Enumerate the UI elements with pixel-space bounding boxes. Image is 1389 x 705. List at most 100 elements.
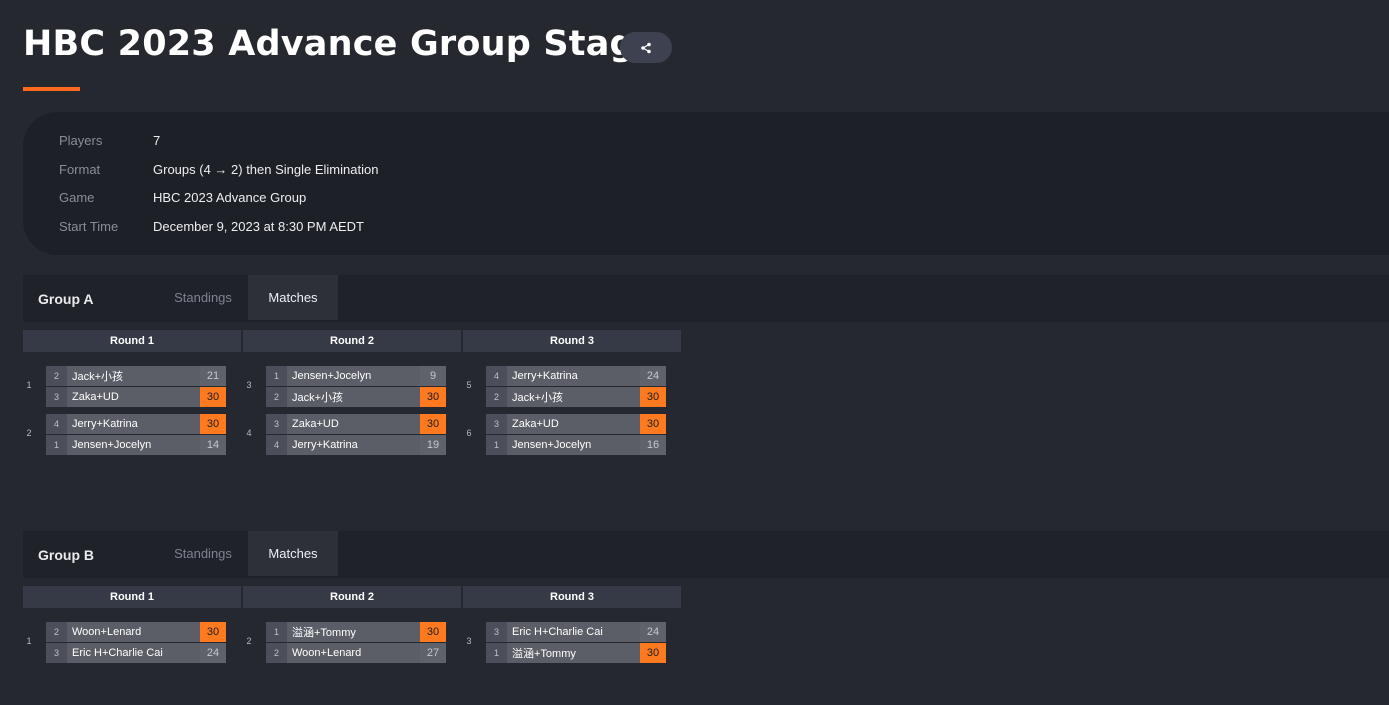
participant-name: Jack+小孩 — [67, 366, 200, 386]
participant-name: Woon+Lenard — [287, 643, 420, 663]
match-slot[interactable]: 3 Eric H+Charlie Cai 24 — [46, 643, 226, 663]
group-a-header: Group A Standings Matches — [23, 275, 1389, 322]
score-winner: 30 — [200, 414, 226, 434]
match-slot[interactable]: 3 Zaka+UD 30 — [46, 387, 226, 407]
match-slot[interactable]: 2 Jack+小孩 21 — [46, 366, 226, 386]
tournament-page: HBC 2023 Advance Group Stage Players 7 F… — [0, 0, 1389, 705]
page-title: HBC 2023 Advance Group Stage — [23, 24, 659, 64]
participant-name: Jensen+Jocelyn — [287, 366, 420, 386]
score: 19 — [420, 435, 446, 455]
score: 9 — [420, 366, 446, 386]
info-value: HBC 2023 Advance Group — [153, 189, 307, 205]
match[interactable]: 4 3 Zaka+UD 30 4 Jerry+Katrina 19 — [246, 414, 463, 456]
match-slot[interactable]: 3 Eric H+Charlie Cai 24 — [486, 622, 666, 642]
score: 24 — [200, 643, 226, 663]
info-label: Start Time — [59, 218, 119, 234]
tab-matches[interactable]: Matches — [248, 275, 338, 320]
match[interactable]: 3 1 Jensen+Jocelyn 9 2 Jack+小孩 30 — [246, 366, 463, 408]
score: 16 — [640, 435, 666, 455]
score-winner: 30 — [640, 643, 666, 663]
info-row-players: Players 7 — [59, 130, 160, 150]
participant-name: Jerry+Katrina — [507, 366, 640, 386]
participant-name: Jerry+Katrina — [67, 414, 200, 434]
match-number: 1 — [26, 636, 32, 646]
match-slot[interactable]: 2 Woon+Lenard 30 — [46, 622, 226, 642]
info-value: December 9, 2023 at 8:30 PM AEDT — [153, 218, 364, 234]
info-label: Players — [59, 132, 103, 148]
seed: 2 — [486, 387, 507, 407]
match-slot[interactable]: 4 Jerry+Katrina 24 — [486, 366, 666, 386]
round-header: Round 3 — [463, 586, 681, 608]
tab-matches[interactable]: Matches — [248, 531, 338, 576]
group-name: Group B — [38, 547, 94, 563]
seed: 2 — [266, 643, 287, 663]
match[interactable]: 1 2 Jack+小孩 21 3 Zaka+UD 30 — [26, 366, 243, 408]
round-header: Round 2 — [243, 330, 461, 352]
match-slot[interactable]: 1 溢涵+Tommy 30 — [486, 643, 666, 663]
tab-standings[interactable]: Standings — [173, 531, 233, 576]
participant-name: Woon+Lenard — [67, 622, 200, 642]
round-header: Round 1 — [23, 586, 241, 608]
match[interactable]: 3 3 Eric H+Charlie Cai 24 1 溢涵+Tommy 30 — [466, 622, 683, 664]
match-number: 3 — [466, 636, 472, 646]
score-winner: 30 — [200, 387, 226, 407]
participant-name: 溢涵+Tommy — [507, 643, 640, 663]
match-slot[interactable]: 2 Woon+Lenard 27 — [266, 643, 446, 663]
round-header: Round 2 — [243, 586, 461, 608]
match-slot[interactable]: 2 Jack+小孩 30 — [486, 387, 666, 407]
match[interactable]: 2 4 Jerry+Katrina 30 1 Jensen+Jocelyn 14 — [26, 414, 243, 456]
seed: 3 — [486, 622, 507, 642]
participant-name: Jensen+Jocelyn — [507, 435, 640, 455]
score: 27 — [420, 643, 446, 663]
participant-name: Eric H+Charlie Cai — [507, 622, 640, 642]
match-slot[interactable]: 1 溢涵+Tommy 30 — [266, 622, 446, 642]
match-slot[interactable]: 4 Jerry+Katrina 19 — [266, 435, 446, 455]
match[interactable]: 6 3 Zaka+UD 30 1 Jensen+Jocelyn 16 — [466, 414, 683, 456]
match-number: 4 — [246, 428, 252, 438]
participant-name: Jerry+Katrina — [287, 435, 420, 455]
info-row-format: Format Groups (4 → 2) then Single Elimin… — [59, 159, 378, 179]
match-slot[interactable]: 1 Jensen+Jocelyn 14 — [46, 435, 226, 455]
info-row-game: Game HBC 2023 Advance Group — [59, 187, 306, 207]
match[interactable]: 2 1 溢涵+Tommy 30 2 Woon+Lenard 27 — [246, 622, 463, 664]
share-button[interactable] — [620, 32, 672, 63]
match-number: 3 — [246, 380, 252, 390]
score-winner: 30 — [640, 387, 666, 407]
group-name: Group A — [38, 291, 94, 307]
match-slot[interactable]: 4 Jerry+Katrina 30 — [46, 414, 226, 434]
info-row-start-time: Start Time December 9, 2023 at 8:30 PM A… — [59, 216, 364, 236]
seed: 1 — [46, 435, 67, 455]
tab-standings[interactable]: Standings — [173, 275, 233, 320]
seed: 4 — [46, 414, 67, 434]
seed: 1 — [266, 366, 287, 386]
match-slot[interactable]: 3 Zaka+UD 30 — [266, 414, 446, 434]
seed: 1 — [486, 643, 507, 663]
score: 14 — [200, 435, 226, 455]
group-b-header: Group B Standings Matches — [23, 531, 1389, 578]
match-number: 5 — [466, 380, 472, 390]
match-number: 6 — [466, 428, 472, 438]
match-slot[interactable]: 1 Jensen+Jocelyn 9 — [266, 366, 446, 386]
seed: 1 — [486, 435, 507, 455]
match-slot[interactable]: 2 Jack+小孩 30 — [266, 387, 446, 407]
seed: 4 — [266, 435, 287, 455]
match[interactable]: 1 2 Woon+Lenard 30 3 Eric H+Charlie Cai … — [26, 622, 243, 664]
participant-name: 溢涵+Tommy — [287, 622, 420, 642]
seed: 2 — [46, 366, 67, 386]
match[interactable]: 5 4 Jerry+Katrina 24 2 Jack+小孩 30 — [466, 366, 683, 408]
round-header: Round 3 — [463, 330, 681, 352]
seed: 3 — [46, 387, 67, 407]
seed: 3 — [486, 414, 507, 434]
participant-name: Zaka+UD — [67, 387, 200, 407]
tournament-info-panel: Players 7 Format Groups (4 → 2) then Sin… — [23, 112, 1389, 255]
score-winner: 30 — [420, 387, 446, 407]
score-winner: 30 — [640, 414, 666, 434]
match-slot[interactable]: 3 Zaka+UD 30 — [486, 414, 666, 434]
participant-name: Eric H+Charlie Cai — [67, 643, 200, 663]
seed: 1 — [266, 622, 287, 642]
match-slot[interactable]: 1 Jensen+Jocelyn 16 — [486, 435, 666, 455]
share-icon — [641, 42, 651, 53]
seed: 3 — [266, 414, 287, 434]
match-number: 1 — [26, 380, 32, 390]
seed: 2 — [266, 387, 287, 407]
